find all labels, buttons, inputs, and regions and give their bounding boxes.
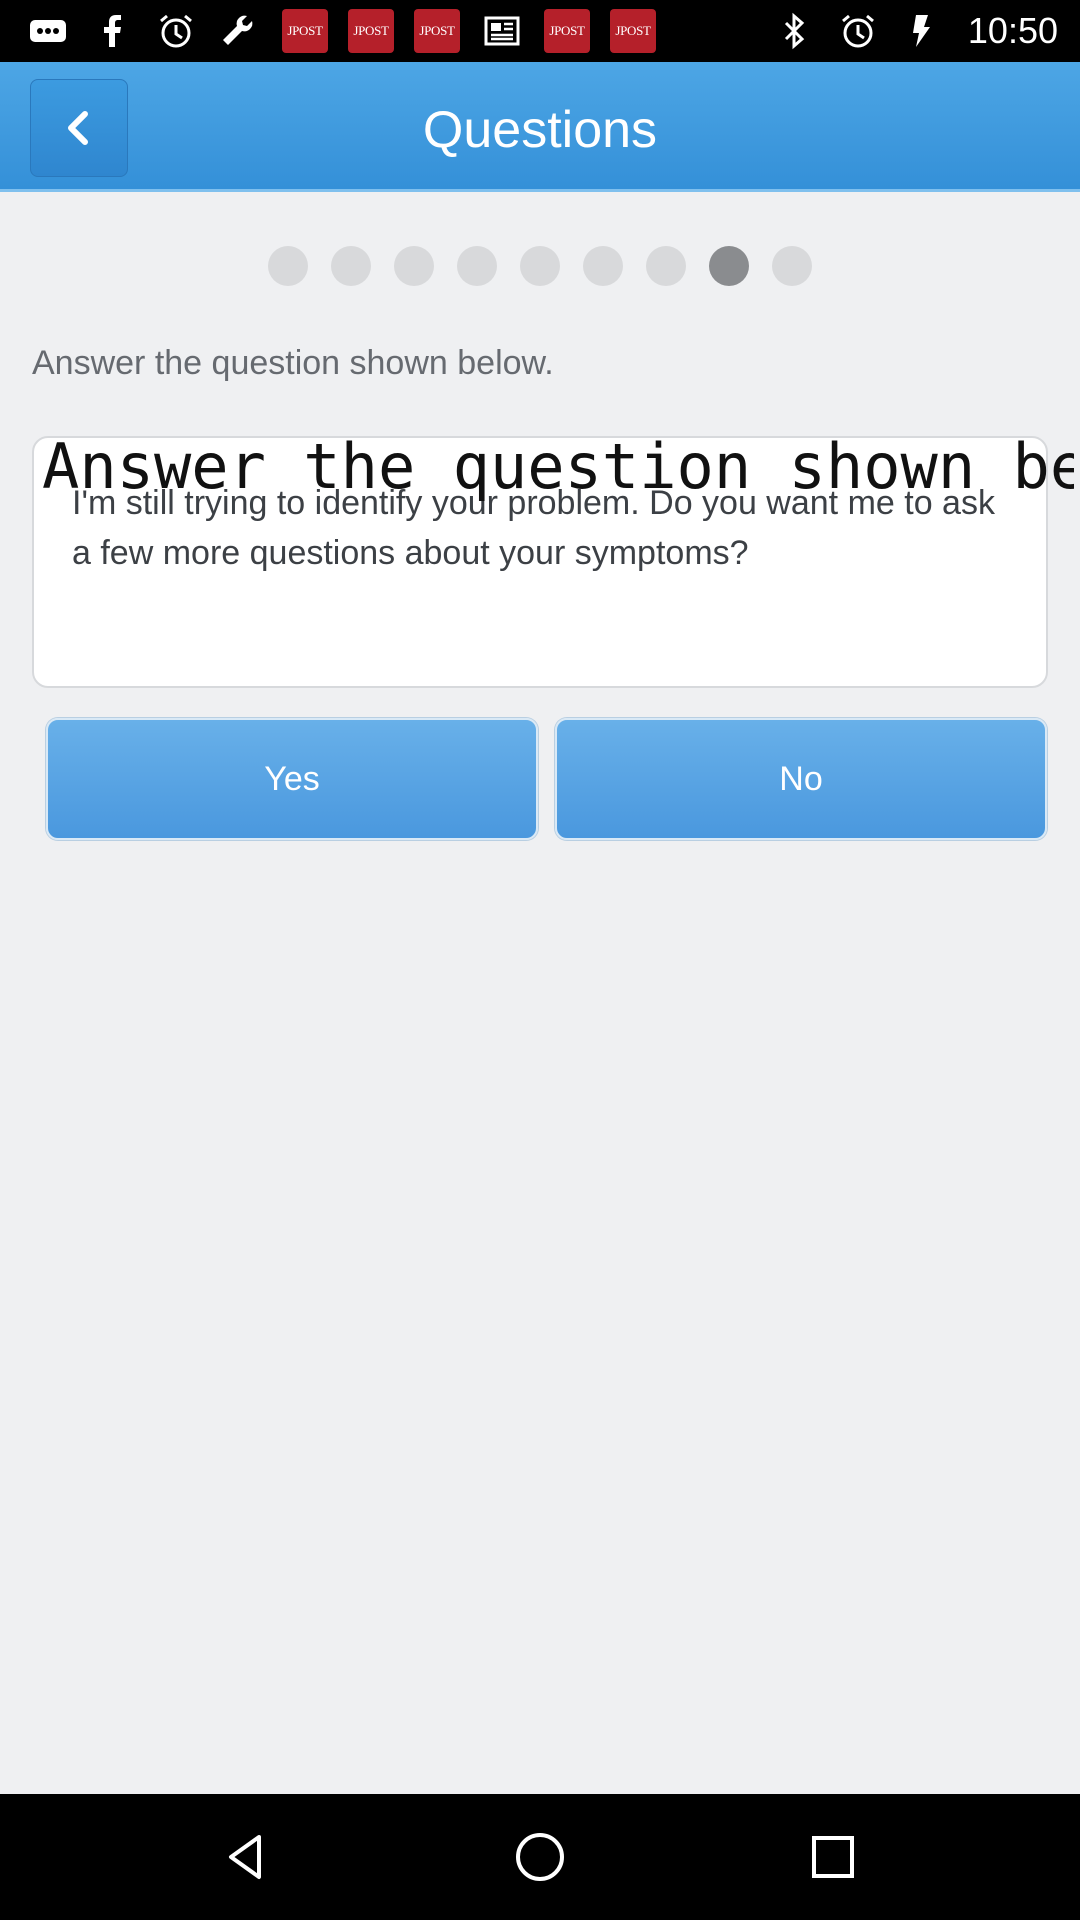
back-triangle-icon[interactable] (212, 1822, 282, 1892)
progress-dot (394, 246, 434, 286)
system-icons: 10:50 (772, 9, 1058, 53)
jpost-icon: JPOST (348, 9, 394, 53)
progress-dot (583, 246, 623, 286)
jpost-icon: JPOST (610, 9, 656, 53)
alarm-icon (154, 9, 198, 53)
signal-icon (900, 9, 944, 53)
notification-icons: JPOST JPOST JPOST JPOST JPOST (26, 9, 656, 53)
home-circle-icon[interactable] (505, 1822, 575, 1892)
page-title: Questions (422, 101, 658, 159)
no-button[interactable]: No (555, 718, 1047, 840)
progress-dot (457, 246, 497, 286)
jpost-icon: JPOST (544, 9, 590, 53)
progress-dot (772, 246, 812, 286)
progress-dot-active (709, 246, 749, 286)
progress-dot (646, 246, 686, 286)
more-icon (26, 9, 70, 53)
jpost-icon: JPOST (414, 9, 460, 53)
overlay-caption: Answer the question shown be (42, 430, 1074, 503)
wrench-icon (218, 9, 262, 53)
recents-square-icon[interactable] (798, 1822, 868, 1892)
navigation-bar (0, 1794, 1080, 1920)
bluetooth-icon (772, 9, 816, 53)
clock: 10:50 (967, 10, 1058, 51)
yes-button[interactable]: Yes (46, 718, 538, 840)
jpost-icon: JPOST (282, 9, 328, 53)
progress-dot (268, 246, 308, 286)
instruction-text: Answer the question shown below. (32, 344, 554, 382)
progress-dot (520, 246, 560, 286)
facebook-icon (90, 9, 134, 53)
app-header: Questions (0, 62, 1080, 192)
question-card: I'm still trying to identify your proble… (32, 430, 1074, 688)
progress-indicator (0, 246, 1080, 286)
alarm-icon (836, 9, 880, 53)
news-icon (480, 9, 524, 53)
progress-dot (331, 246, 371, 286)
status-bar: JPOST JPOST JPOST JPOST JPOST 10:50 (0, 0, 1080, 62)
